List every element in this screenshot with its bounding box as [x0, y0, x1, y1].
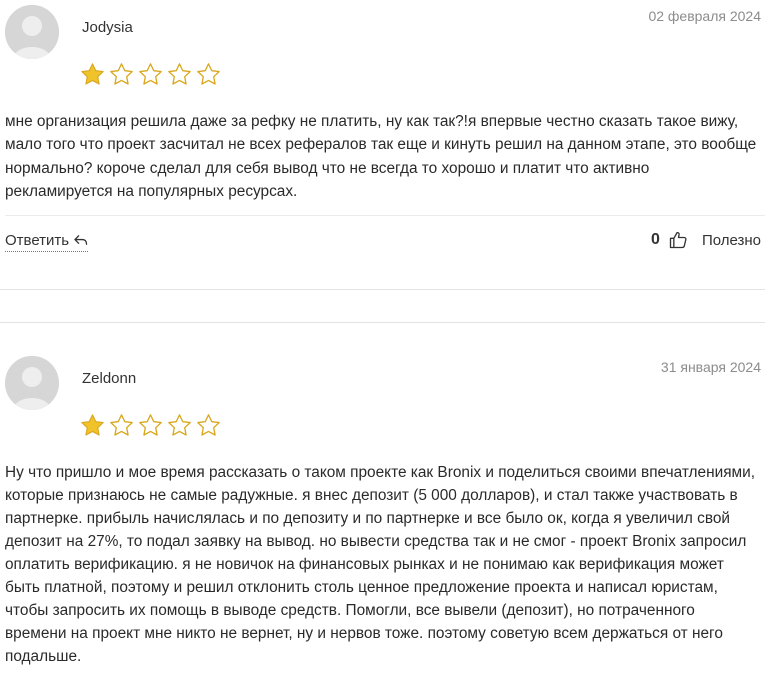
- helpful-vote: 0 Полезно: [651, 230, 761, 250]
- review-date: 31 января 2024: [660, 359, 761, 375]
- reply-arrow-icon: [74, 235, 88, 245]
- star-rating: [80, 62, 221, 87]
- divider: [0, 322, 765, 323]
- review-text: Ну что пришло и мое время рассказать о т…: [5, 464, 755, 665]
- helpful-button[interactable]: Полезно: [702, 232, 761, 249]
- reply-label: Ответить: [5, 232, 70, 249]
- actions-separator: [5, 215, 765, 216]
- star-filled-icon: [81, 414, 104, 436]
- star-empty-icon: [110, 63, 133, 85]
- star-empty-icon: [110, 414, 133, 436]
- star-empty-icon: [168, 414, 191, 436]
- review-author: Zeldonn: [82, 370, 137, 387]
- star-empty-icon: [197, 414, 220, 436]
- star-empty-icon: [197, 63, 220, 85]
- user-placeholder-icon: [5, 356, 59, 410]
- review-author: Jodysia: [82, 19, 133, 36]
- avatar: [5, 356, 59, 410]
- user-placeholder-icon: [5, 5, 59, 59]
- review-text: мне организация решила даже за рефку не …: [5, 113, 757, 201]
- avatar: [5, 5, 59, 59]
- star-rating: [80, 413, 221, 438]
- star-empty-icon: [139, 63, 162, 85]
- review-date: 02 февраля 2024: [648, 8, 761, 24]
- like-count: 0: [651, 231, 660, 248]
- star-empty-icon: [168, 63, 191, 85]
- divider: [0, 289, 765, 290]
- star-empty-icon: [139, 414, 162, 436]
- reply-button[interactable]: Ответить: [5, 232, 89, 252]
- thumbs-up-icon[interactable]: [668, 230, 688, 250]
- star-filled-icon: [81, 63, 104, 85]
- reviews-page: Jodysia 02 февраля 2024 мне организация …: [0, 0, 765, 693]
